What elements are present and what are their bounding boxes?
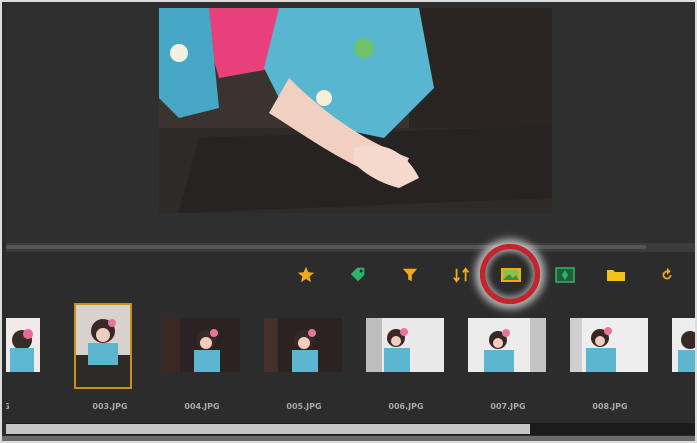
folder-icon [607, 270, 625, 281]
thumbnail-label: 007.JPG [490, 402, 526, 411]
filmstrip-thumbnail[interactable]: JPG [6, 298, 42, 418]
rotate-icon [662, 267, 672, 280]
browser-toolbar [0, 262, 697, 288]
filter-icon [402, 268, 418, 282]
filmstrip-thumbnail[interactable] [672, 298, 695, 418]
thumbnail-image [162, 318, 240, 372]
viewer-scrollbar[interactable] [6, 243, 695, 252]
thumbnail-image [366, 318, 444, 372]
thumbnail-label: 003.JPG [92, 402, 128, 411]
filmstrip[interactable]: JPG 003.JPG 004.JPG 005.JPG 006.JPG 007.… [6, 298, 695, 420]
folder-button[interactable] [603, 262, 629, 288]
map-button[interactable] [552, 262, 578, 288]
thumbnail-image [468, 318, 546, 372]
rating-button[interactable] [293, 262, 319, 288]
thumbnail-label: 005.JPG [286, 402, 322, 411]
thumbnail-image [672, 318, 695, 372]
tag-button[interactable] [345, 262, 371, 288]
filmstrip-thumbnail[interactable]: 006.JPG [366, 298, 446, 418]
thumbnail-label: 006.JPG [388, 402, 424, 411]
filter-button[interactable] [397, 262, 423, 288]
star-icon [297, 266, 315, 283]
thumbnail-image [264, 318, 342, 372]
sort-button[interactable] [449, 262, 475, 288]
thumbnail-image [570, 318, 648, 372]
rotate-button[interactable] [654, 262, 680, 288]
filmstrip-thumbnail[interactable]: 005.JPG [264, 298, 344, 418]
thumbnail-image [6, 318, 40, 372]
thumbnail-label: 008.JPG [592, 402, 628, 411]
filmstrip-thumbnail-selected[interactable]: 003.JPG [70, 298, 150, 418]
filmstrip-thumbnail[interactable]: 007.JPG [468, 298, 548, 418]
map-icon [555, 267, 575, 283]
thumbnail-view-button[interactable] [498, 262, 524, 288]
thumbnail-view-icon [501, 268, 521, 282]
main-preview-image[interactable] [159, 8, 552, 213]
tag-icon [350, 267, 365, 282]
viewer-scrollbar-thumb[interactable] [6, 245, 646, 249]
thumbnail-image [74, 303, 132, 389]
filmstrip-scrollbar-thumb[interactable] [6, 424, 530, 434]
filmstrip-thumbnail[interactable]: 008.JPG [570, 298, 650, 418]
thumbnail-label: 004.JPG [184, 402, 220, 411]
filmstrip-thumbnail[interactable]: 004.JPG [162, 298, 242, 418]
filmstrip-scrollbar[interactable] [6, 423, 695, 435]
sort-icon [453, 267, 470, 283]
bottom-strip [0, 436, 697, 443]
thumbnail-label: JPG [6, 402, 10, 411]
